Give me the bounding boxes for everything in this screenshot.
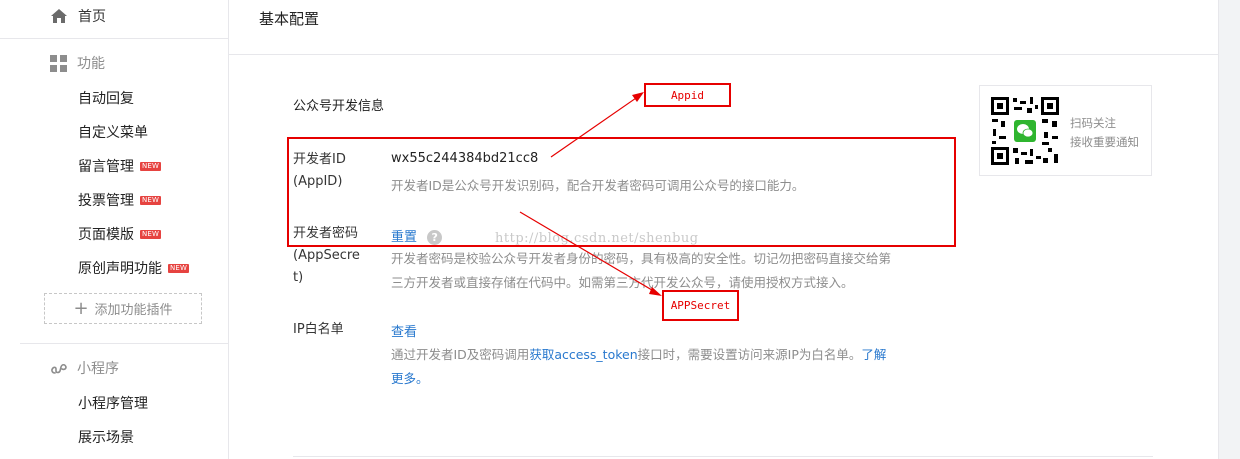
nav-miniprogram-label: 小程序 — [77, 361, 119, 377]
sidebar-item-miniprogram-manage[interactable]: 小程序管理 — [78, 393, 148, 413]
qr-follow-box: 扫码关注 接收重要通知 — [979, 85, 1152, 176]
miniprogram-icon — [51, 363, 67, 374]
sidebar-item-label: 投票管理 — [78, 193, 134, 209]
grid-icon — [50, 54, 67, 72]
nav-home[interactable]: 首页 — [50, 6, 106, 26]
add-plugin-label: 添加功能插件 — [94, 303, 173, 318]
sidebar-item-showcase[interactable]: 展示场景 — [78, 427, 134, 447]
sidebar-item-custom-menu[interactable]: 自定义菜单 — [78, 122, 148, 142]
secret-desc-line1: 开发者密码是校验公众号开发者身份的密码，具有极高的安全性。切记勿把密码直接交给第 — [391, 251, 892, 266]
nav-miniprogram-header[interactable]: 小程序 — [50, 358, 119, 378]
new-badge: NEW — [140, 229, 162, 239]
section-title: 公众号开发信息 — [293, 99, 385, 114]
sidebar-item-label: 自定义菜单 — [78, 125, 148, 141]
ip-whitelist-desc: 通过开发者ID及密码调用获取access_token接口时，需要设置访问来源IP… — [391, 343, 951, 391]
sidebar-divider — [20, 343, 228, 344]
page-title: 基本配置 — [259, 10, 320, 28]
sidebar-item-label: 页面模版 — [78, 227, 134, 243]
nav-home-label: 首页 — [78, 9, 106, 25]
sidebar-item-label: 小程序管理 — [78, 396, 148, 412]
new-badge: NEW — [140, 161, 162, 171]
title-divider — [229, 54, 1218, 55]
qr-text: 扫码关注 接收重要通知 — [1070, 114, 1139, 152]
home-icon — [51, 9, 67, 23]
qr-code-icon — [990, 96, 1060, 166]
secret-label-line2: (AppSecre — [293, 248, 360, 263]
learn-more-link-part2[interactable]: 更多。 — [391, 371, 429, 386]
bottom-divider — [293, 456, 1153, 457]
add-plugin-button[interactable]: + 添加功能插件 — [44, 293, 202, 324]
ip-desc-prefix: 通过开发者ID及密码调用 — [391, 347, 530, 362]
sidebar-item-label: 留言管理 — [78, 159, 134, 175]
annotation-appid-label: Appid — [644, 83, 731, 107]
qr-text-line1: 扫码关注 — [1070, 116, 1116, 130]
sidebar-item-page-templates[interactable]: 页面模版 NEW — [78, 224, 162, 244]
nav-features-label: 功能 — [77, 56, 105, 72]
sidebar-item-label: 自动回复 — [78, 91, 134, 107]
new-badge: NEW — [140, 195, 162, 205]
ip-whitelist-view-link[interactable]: 查看 — [391, 321, 417, 340]
sidebar-item-original-declaration[interactable]: 原创声明功能 NEW — [78, 258, 190, 278]
page-right-strip — [1218, 0, 1240, 459]
sidebar: 首页 功能 自动回复 自定义菜单 留言管理 NEW 投票管理 NEW 页面模版 … — [0, 0, 229, 459]
secret-desc-line2: 三方开发者或直接存储在代码中。如需第三方代开发公众号，请使用授权方式接入。 — [391, 275, 854, 290]
sidebar-item-label: 原创声明功能 — [78, 261, 162, 277]
ip-whitelist-label: IP白名单 — [293, 322, 344, 337]
nav-home-row[interactable]: 首页 — [0, 0, 228, 39]
ip-desc-mid: 接口时，需要设置访问来源IP为白名单。 — [637, 347, 862, 362]
qr-text-line2: 接收重要通知 — [1070, 135, 1139, 149]
plus-icon: + — [73, 297, 89, 319]
annotation-appsecret-label: APPSecret — [662, 290, 739, 321]
sidebar-item-votes[interactable]: 投票管理 NEW — [78, 190, 162, 210]
learn-more-link-part1[interactable]: 了解 — [861, 347, 886, 362]
sidebar-item-comments[interactable]: 留言管理 NEW — [78, 156, 162, 176]
sidebar-item-label: 展示场景 — [78, 430, 134, 446]
secret-desc: 开发者密码是校验公众号开发者身份的密码，具有极高的安全性。切记勿把密码直接交给第… — [391, 247, 891, 295]
annotation-highlight-box — [287, 137, 956, 247]
nav-features-header[interactable]: 功能 — [50, 53, 105, 73]
sidebar-item-auto-reply[interactable]: 自动回复 — [78, 88, 134, 108]
view-link-label[interactable]: 查看 — [391, 325, 417, 340]
access-token-link[interactable]: 获取access_token — [529, 347, 637, 362]
secret-label-line3: t) — [293, 270, 304, 285]
new-badge: NEW — [168, 263, 190, 273]
